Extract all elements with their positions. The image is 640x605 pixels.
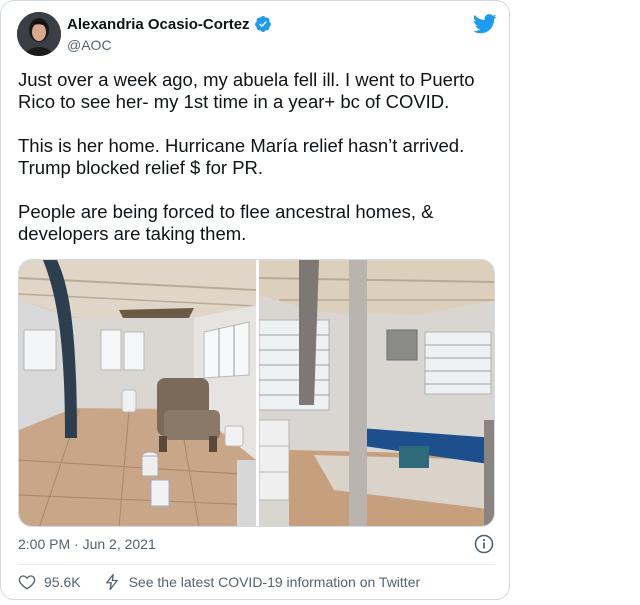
tweet-text: Just over a week ago, my abuela fell ill… <box>18 69 475 244</box>
info-icon[interactable] <box>474 534 494 554</box>
tweet-card: Alexandria Ocasio-Cortez @AOC Just over … <box>0 0 510 600</box>
covid-info-link[interactable]: See the latest COVID-19 information on T… <box>103 573 421 591</box>
tweet-actions: 95.6K See the latest COVID-19 informatio… <box>18 573 420 591</box>
display-name[interactable]: Alexandria Ocasio-Cortez <box>67 16 250 33</box>
room-photo-left[interactable] <box>19 260 256 527</box>
room-photo-right[interactable] <box>259 260 495 527</box>
heart-icon <box>18 575 36 590</box>
like-count: 95.6K <box>44 574 81 590</box>
lightning-icon <box>105 573 118 591</box>
media-grid <box>18 259 495 527</box>
avatar[interactable] <box>17 12 61 56</box>
tweet-timestamp[interactable]: 2:00 PM · Jun 2, 2021 <box>18 536 156 552</box>
like-button[interactable]: 95.6K <box>18 573 81 591</box>
twitter-bird-icon[interactable] <box>473 13 497 35</box>
verified-badge-icon <box>254 15 271 33</box>
author-name-row[interactable]: Alexandria Ocasio-Cortez <box>67 15 272 33</box>
divider <box>18 564 495 565</box>
covid-info-text: See the latest COVID-19 information on T… <box>128 574 421 590</box>
author-handle[interactable]: @AOC <box>67 37 112 53</box>
